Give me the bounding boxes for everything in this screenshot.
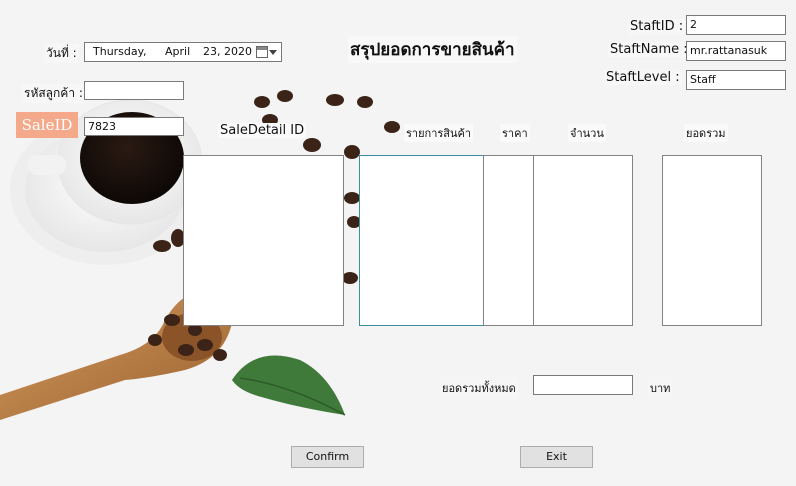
date-month: April [165,45,191,58]
page-title: สรุปยอดการขายสินค้า [348,36,517,63]
staff-name-input[interactable]: mr.rattanasuk [686,41,786,61]
price-header: ราคา [500,124,530,142]
quantity-list[interactable] [533,155,633,326]
sale-id-input[interactable]: 7823 [84,117,184,136]
date-separator: , [143,45,147,58]
staff-name-label: StaftName : [608,42,690,57]
currency-unit-label: บาท [648,379,673,397]
date-weekday: Thursday [93,45,145,58]
product-list[interactable] [359,155,484,326]
product-list-header: รายการสินค้า [404,124,474,142]
total-header: ยอดรวม [684,124,728,142]
staff-level-label: StaftLevel : [604,70,682,85]
staff-id-label: StaftID : [628,19,686,34]
quantity-header: จำนวน [568,124,606,142]
chevron-down-icon[interactable] [269,50,277,55]
total-list[interactable] [662,155,762,326]
grand-total-label: ยอดรวมทั้งหมด [440,379,518,397]
calendar-icon[interactable] [256,46,268,58]
grand-total-input[interactable] [533,375,633,395]
staff-level-input[interactable]: Staff [686,70,786,90]
date-picker[interactable]: Thursday , April 23, 2020 [84,42,282,62]
sale-id-label: SaleID [16,112,78,138]
customer-id-label: รหัสลูกค้า : [22,84,85,103]
customer-id-input[interactable] [84,81,184,100]
date-day-year: 23, 2020 [203,45,252,58]
staff-id-input[interactable]: 2 [686,15,786,35]
price-list[interactable] [483,155,534,326]
sale-detail-id-list[interactable] [183,155,344,326]
date-label: วันที่ : [44,44,79,63]
sale-detail-id-header: SaleDetail ID [218,123,307,138]
exit-button[interactable]: Exit [520,446,593,468]
confirm-button[interactable]: Confirm [291,446,364,468]
